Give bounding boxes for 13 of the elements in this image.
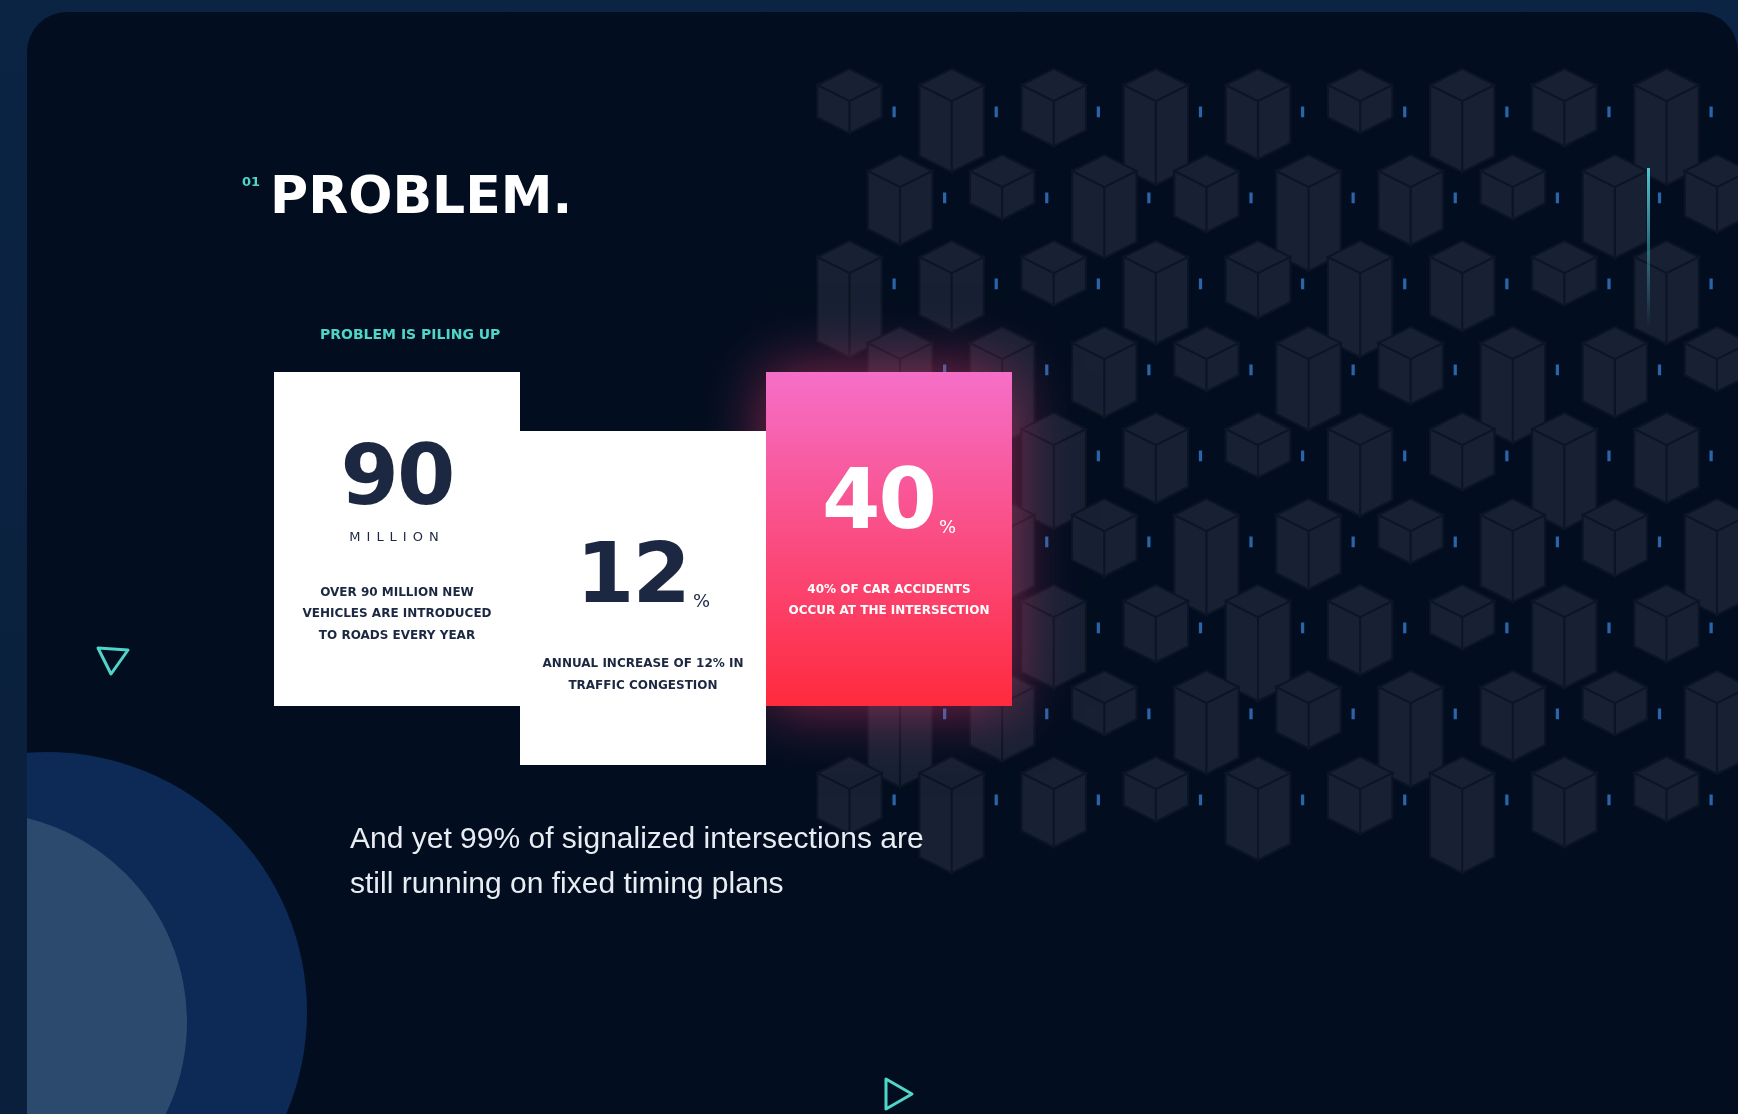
stat-description: 40% OF CAR ACCIDENTS OCCUR AT THE INTERSECTION bbox=[787, 580, 991, 620]
statement-text: And yet 99% of signalized intersections are still running on fixed timing plans bbox=[350, 820, 925, 902]
section-subtitle: PROBLEM IS PILING UP bbox=[320, 326, 502, 343]
stat-description: OVER 90 MILLION NEW VEHICLES ARE INTRODUCED TO ROADS EVERY YEAR bbox=[301, 583, 493, 644]
stat-value: 12 bbox=[576, 531, 689, 616]
stat-unit: % bbox=[938, 515, 956, 537]
stat-description: ANNUAL INCREASE OF 12% IN TRAFFIC CONGESTION bbox=[541, 655, 745, 694]
stat-unit: % bbox=[692, 590, 710, 612]
section-title: PROBLEM. bbox=[270, 164, 573, 227]
stat-value: 90 bbox=[340, 432, 454, 517]
section-number: 01 bbox=[242, 174, 261, 189]
stat-value: 40 bbox=[822, 456, 935, 541]
stat-unit: MILLION bbox=[349, 528, 445, 544]
